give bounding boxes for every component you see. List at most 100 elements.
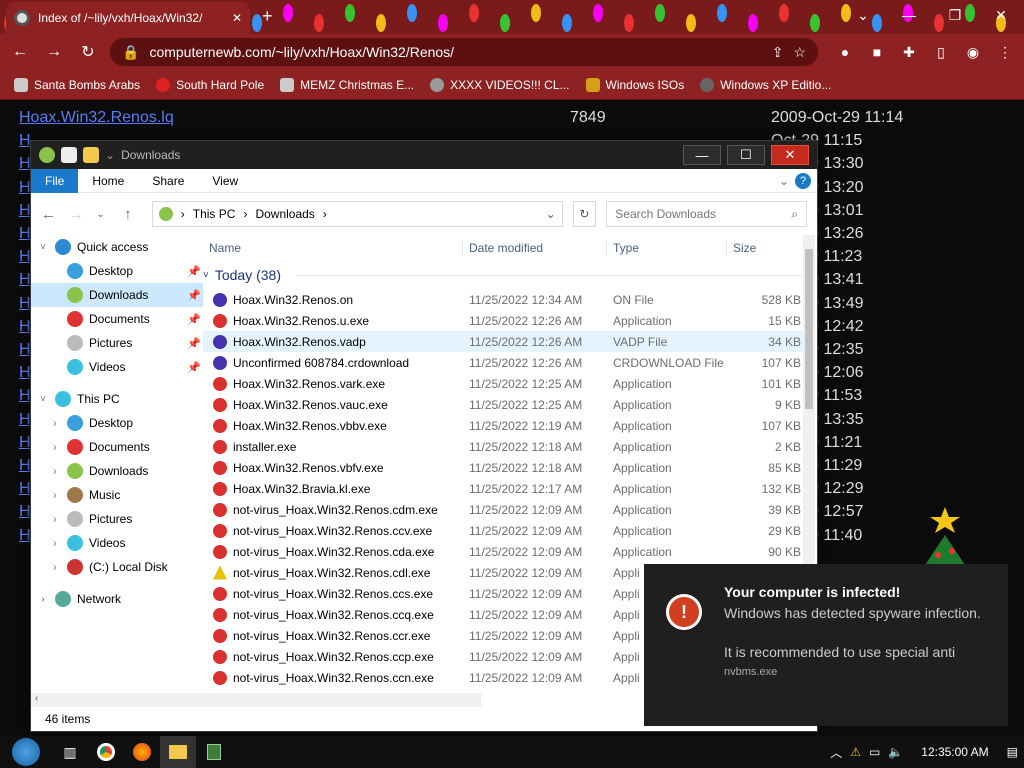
warning-icon[interactable]: ⚠ (850, 745, 861, 759)
back-button[interactable]: ← (8, 40, 32, 64)
nav-item[interactable]: Desktop 📌 (31, 259, 203, 283)
tab-close-icon[interactable]: ✕ (232, 11, 242, 25)
share-icon[interactable]: ⇪ (772, 44, 784, 61)
address-bar[interactable]: 🔒 computernewb.com/~lily/vxh/Hoax/Win32/… (110, 38, 818, 66)
reload-button[interactable]: ↻ (76, 40, 100, 64)
listing-link[interactable]: H (19, 434, 31, 452)
listing-link[interactable]: H (19, 202, 31, 220)
listing-link[interactable]: H (19, 341, 31, 359)
nav-item[interactable]: Pictures 📌 (31, 331, 203, 355)
quick-access-chevron-icon[interactable]: ⌄ (105, 148, 115, 162)
explorer-close-button[interactable]: ✕ (771, 145, 809, 165)
listing-link[interactable]: H (19, 132, 31, 150)
breadcrumb-downloads[interactable]: Downloads (255, 207, 314, 221)
nav-expand-icon[interactable]: › (49, 490, 61, 501)
chrome-taskbar-icon[interactable] (88, 736, 124, 768)
nav-item[interactable]: › Network (31, 587, 203, 611)
file-row[interactable]: Hoax.Win32.Renos.vark.exe 11/25/2022 12:2… (203, 373, 815, 394)
file-row[interactable]: installer.exe 11/25/2022 12:18 AM Applicat… (203, 436, 815, 457)
file-row[interactable]: Hoax.Win32.Renos.vauc.exe 11/25/2022 12:2… (203, 394, 815, 415)
extension-s-icon[interactable]: ■ (866, 41, 888, 63)
minimize-button[interactable]: — (886, 0, 932, 30)
bookmark-item[interactable]: XXXX VIDEOS!!! CL... (430, 77, 570, 92)
nav-item[interactable]: ˅ This PC (31, 387, 203, 411)
tab-home[interactable]: Home (78, 169, 138, 193)
nav-item[interactable]: › Documents (31, 435, 203, 459)
nav-item[interactable]: › Pictures (31, 507, 203, 531)
nav-expand-icon[interactable]: › (49, 442, 61, 453)
col-type[interactable]: Type (607, 240, 727, 255)
nav-item[interactable]: › Videos (31, 531, 203, 555)
infection-toast[interactable]: ! Your computer is infected! Windows has… (644, 564, 1008, 726)
listing-link[interactable]: H (19, 295, 31, 313)
file-row[interactable]: Hoax.Win32.Renos.vbbv.exe 11/25/2022 12:1… (203, 415, 815, 436)
tab-view[interactable]: View (198, 169, 252, 193)
bookmark-item[interactable]: Santa Bombs Arabs (14, 77, 140, 92)
listing-link[interactable]: H (19, 457, 31, 475)
tray-chevron-icon[interactable]: ︿ (830, 744, 842, 761)
start-button[interactable] (0, 736, 52, 768)
tab-share[interactable]: Share (138, 169, 198, 193)
listing-link[interactable]: H (19, 225, 31, 243)
restore-button[interactable]: ❐ (932, 0, 978, 30)
recent-locations-icon[interactable]: ⌄ (96, 209, 114, 220)
listing-link[interactable]: H (19, 155, 31, 173)
network-icon[interactable]: ▭ (869, 745, 880, 759)
nav-item[interactable]: Videos 📌 (31, 355, 203, 379)
nav-expand-icon[interactable]: › (49, 418, 61, 429)
nav-item[interactable]: › Desktop (31, 411, 203, 435)
listing-link[interactable]: H (19, 318, 31, 336)
expand-ribbon-icon[interactable]: ⌄ (773, 169, 795, 193)
horizontal-scrollbar[interactable]: ‹ (31, 693, 481, 707)
explorer-minimize-button[interactable]: — (683, 145, 721, 165)
listing-link[interactable]: H (19, 503, 31, 521)
notifications-icon[interactable]: ▤ (1007, 745, 1018, 759)
nav-expand-icon[interactable]: › (49, 466, 61, 477)
explorer-address-bar[interactable]: › This PC › Downloads › ⌄ (151, 201, 563, 227)
file-row[interactable]: Hoax.Win32.Renos.vadp 11/25/2022 12:26 AM… (203, 331, 815, 352)
nav-expand-icon[interactable]: ˅ (37, 394, 49, 405)
clock[interactable]: 12:35:00 AM (911, 745, 998, 759)
extensions-puzzle-icon[interactable]: ✚ (898, 41, 920, 63)
new-folder-icon[interactable] (83, 147, 99, 163)
nav-item[interactable]: Downloads 📌 (31, 283, 203, 307)
properties-icon[interactable] (61, 147, 77, 163)
col-name[interactable]: Name (203, 240, 463, 255)
refresh-button[interactable]: ↻ (572, 201, 597, 227)
app-taskbar-icon[interactable] (196, 736, 232, 768)
nav-item[interactable]: › (C:) Local Disk (31, 555, 203, 579)
profile-avatar-icon[interactable]: ◉ (962, 41, 984, 63)
bookmark-item[interactable]: South Hard Pole (156, 77, 264, 92)
file-row[interactable]: not-virus_Hoax.Win32.Renos.ccv.exe 11/25/… (203, 520, 815, 541)
col-date-modified[interactable]: Date modified (463, 240, 607, 255)
file-row[interactable]: Hoax.Win32.Renos.on 11/25/2022 12:34 AM ON… (203, 289, 815, 310)
listing-link[interactable]: H (19, 387, 31, 405)
forward-button[interactable]: → (42, 40, 66, 64)
new-tab-button[interactable]: + (262, 6, 273, 27)
col-size[interactable]: Size (727, 241, 787, 255)
file-row[interactable]: Unconfirmed 608784.crdownload 11/25/2022 … (203, 352, 815, 373)
nav-expand-icon[interactable]: › (49, 562, 61, 573)
listing-link[interactable]: H (19, 411, 31, 429)
group-header-today[interactable]: ˅ Today (38) (203, 261, 815, 289)
nav-expand-icon[interactable]: › (37, 594, 49, 605)
nav-item[interactable]: › Music (31, 483, 203, 507)
help-icon[interactable]: ? (795, 172, 811, 189)
nav-item[interactable]: ˅ Quick access (31, 235, 203, 259)
up-button[interactable]: ↑ (124, 206, 142, 223)
file-row[interactable]: Hoax.Win32.Renos.u.exe 11/25/2022 12:26 A… (203, 310, 815, 331)
tab-file[interactable]: File (31, 168, 79, 193)
browser-tab[interactable]: Index of /~lily/vxh/Hoax/Win32/ ✕ (6, 2, 250, 34)
side-panel-icon[interactable]: ▯ (930, 41, 952, 63)
nav-expand-icon[interactable]: ˅ (37, 242, 49, 253)
bookmark-star-icon[interactable]: ☆ (793, 44, 806, 61)
menu-kebab-icon[interactable]: ⋮ (994, 41, 1016, 63)
listing-link[interactable]: H (19, 527, 31, 545)
file-row[interactable]: Hoax.Win32.Renos.vbfv.exe 11/25/2022 12:1… (203, 457, 815, 478)
breadcrumb-this-pc[interactable]: This PC (193, 207, 236, 221)
listing-link[interactable]: H (19, 480, 31, 498)
firefox-taskbar-icon[interactable] (124, 736, 160, 768)
extension-flag-icon[interactable]: ● (834, 41, 856, 63)
bookmark-item[interactable]: Windows XP Editio... (700, 77, 831, 92)
nav-expand-icon[interactable]: › (49, 514, 61, 525)
